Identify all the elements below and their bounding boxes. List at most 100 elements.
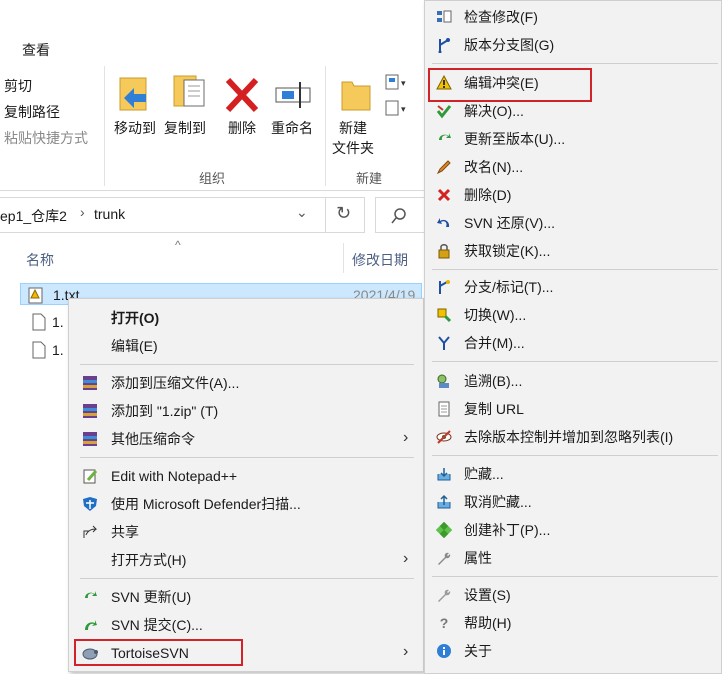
ignore-eye-icon	[435, 428, 453, 446]
refresh-button[interactable]: ↻	[325, 197, 363, 233]
menu-separator	[432, 576, 718, 577]
menu-add-archive[interactable]: 添加到压缩文件(A)...	[111, 369, 239, 397]
revert-icon	[435, 214, 453, 232]
svn-about[interactable]: 关于	[464, 637, 492, 665]
menu-svn-commit[interactable]: SVN 提交(C)...	[111, 611, 203, 639]
rename-label: 重命名	[271, 120, 313, 136]
help-icon: ?	[439, 615, 449, 631]
delete-label: 删除	[228, 120, 256, 136]
svn-update-to-rev[interactable]: 更新至版本(U)...	[464, 125, 565, 153]
address-path-part2[interactable]: trunk	[94, 206, 125, 222]
svn-rename[interactable]: 改名(N)...	[464, 153, 523, 181]
file-icon	[32, 341, 46, 359]
menu-separator	[432, 63, 718, 64]
rename-button[interactable]: 重命名	[266, 72, 318, 152]
svn-revert[interactable]: SVN 还原(V)...	[464, 209, 555, 237]
unshelve-icon	[435, 493, 453, 511]
menu-other-compress[interactable]: 其他压缩命令	[111, 425, 195, 453]
address-bar[interactable]: ep1_仓库2 › trunk ⌄	[0, 197, 365, 233]
chevron-down-icon[interactable]: ⌄	[296, 204, 308, 221]
menu-edit[interactable]: 编辑(E)	[111, 332, 158, 360]
svn-copy-url[interactable]: 复制 URL	[464, 395, 524, 423]
winrar-icon	[81, 374, 99, 392]
menu-share[interactable]: 共享	[111, 518, 139, 546]
address-path-part1[interactable]: ep1_仓库2	[0, 206, 67, 226]
svn-delete[interactable]: 删除(D)	[464, 181, 511, 209]
menu-svn-update[interactable]: SVN 更新(U)	[111, 583, 191, 611]
settings-wrench-icon	[435, 586, 453, 604]
svn-unversion-ignore[interactable]: 去除版本控制并增加到忽略列表(I)	[464, 423, 673, 451]
chevron-right-icon: ›	[403, 643, 409, 660]
svn-commit-icon	[81, 616, 99, 634]
svn-get-lock[interactable]: 获取锁定(K)...	[464, 237, 550, 265]
menu-notepad[interactable]: Edit with Notepad++	[111, 462, 237, 490]
svn-shelve[interactable]: 贮藏...	[464, 460, 504, 488]
breadcrumb-separator: ›	[80, 204, 85, 220]
chevron-right-icon: ›	[403, 429, 409, 446]
svn-merge[interactable]: 合并(M)...	[464, 329, 525, 357]
svn-properties[interactable]: 属性	[464, 544, 492, 572]
copy-path-button[interactable]: 复制路径	[4, 102, 60, 122]
menu-add-zip[interactable]: 添加到 "1.zip" (T)	[111, 397, 218, 425]
menu-separator	[432, 455, 718, 456]
easy-access-icon: ▾	[385, 100, 406, 116]
svn-check-mods[interactable]: 检查修改(F)	[464, 3, 538, 31]
new-item-icon: ▾	[385, 74, 406, 90]
switch-icon	[435, 306, 453, 324]
lock-icon	[435, 242, 453, 260]
about-info-icon	[435, 642, 453, 660]
svn-help[interactable]: 帮助(H)	[464, 609, 511, 637]
search-icon	[391, 208, 406, 224]
column-header-modified[interactable]: 修改日期	[352, 250, 408, 286]
move-to-button[interactable]: 移动到	[110, 72, 160, 152]
svn-create-patch[interactable]: 创建补丁(P)...	[464, 516, 550, 544]
new-item-button[interactable]: ▾	[384, 72, 412, 94]
blame-icon	[435, 372, 453, 390]
rename-icon	[275, 82, 311, 108]
chevron-right-icon: ›	[403, 550, 409, 567]
easy-access-button[interactable]: ▾	[384, 98, 412, 120]
copy-url-icon	[435, 400, 453, 418]
move-to-icon	[119, 77, 147, 111]
winrar-icon	[81, 402, 99, 420]
cut-button[interactable]: 剪切	[4, 76, 32, 96]
winrar-icon	[81, 430, 99, 448]
svn-settings[interactable]: 设置(S)	[464, 581, 511, 609]
delete-icon	[435, 186, 453, 204]
delete-x-icon	[225, 77, 259, 113]
resolve-icon	[435, 102, 453, 120]
svn-branch-tag[interactable]: 分支/标记(T)...	[464, 273, 553, 301]
menu-open[interactable]: 打开(O)	[111, 304, 159, 332]
svn-blame[interactable]: 追溯(B)...	[464, 367, 522, 395]
file-name: 1.	[52, 342, 64, 358]
svn-unshelve[interactable]: 取消贮藏...	[464, 488, 532, 516]
column-header-name[interactable]: 名称	[26, 250, 54, 286]
svn-switch[interactable]: 切换(W)...	[464, 301, 526, 329]
share-icon	[81, 523, 99, 541]
tab-view[interactable]: 查看	[22, 40, 50, 60]
new-folder-label-1: 新建	[339, 120, 367, 136]
highlight-box	[74, 639, 243, 666]
menu-open-with[interactable]: 打开方式(H)	[111, 546, 186, 574]
create-patch-icon	[435, 521, 453, 539]
rename-pencil-icon	[435, 158, 453, 176]
divider	[325, 66, 326, 186]
new-folder-label-2: 文件夹	[332, 140, 374, 156]
copy-to-button[interactable]: 复制到	[160, 72, 210, 152]
menu-separator	[432, 269, 718, 270]
sort-up-icon: ^	[175, 238, 181, 252]
menu-defender[interactable]: 使用 Microsoft Defender扫描...	[111, 490, 301, 518]
copy-to-label: 复制到	[164, 120, 206, 136]
merge-icon	[435, 334, 453, 352]
branch-tag-icon	[435, 278, 453, 296]
delete-button[interactable]: 删除	[220, 72, 264, 152]
svn-conflict-file-icon	[28, 287, 43, 304]
organize-group-label: 组织	[199, 171, 226, 186]
new-folder-button[interactable]: 新建 文件夹	[330, 72, 378, 162]
svn-resolve[interactable]: 解决(O)...	[464, 97, 524, 125]
paste-shortcut-button[interactable]: 粘贴快捷方式	[4, 128, 88, 148]
shelve-icon	[435, 465, 453, 483]
file-icon	[32, 313, 46, 331]
svn-revision-graph[interactable]: 版本分支图(G)	[464, 31, 554, 59]
svn-update-icon	[81, 588, 99, 606]
